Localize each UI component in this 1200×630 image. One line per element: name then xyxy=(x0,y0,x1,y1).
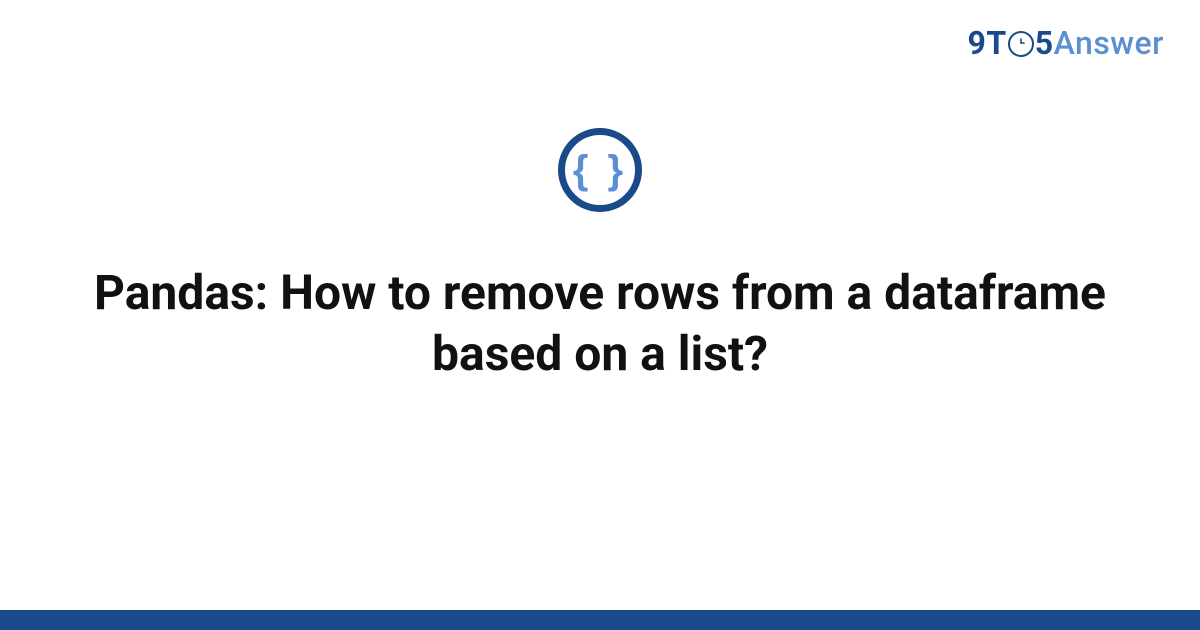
code-braces-icon: { } xyxy=(573,150,627,190)
logo-suffix: Answer xyxy=(1054,24,1164,62)
logo-prefix: 9T xyxy=(968,24,1007,62)
category-icon-circle: { } xyxy=(558,128,642,212)
site-logo: 9T 5 Answer xyxy=(968,24,1164,62)
logo-clock-icon xyxy=(1008,31,1034,57)
question-title: Pandas: How to remove rows from a datafr… xyxy=(0,262,1200,385)
footer-accent-bar xyxy=(0,610,1200,630)
logo-mid: 5 xyxy=(1035,24,1054,62)
logo-clock-glyph xyxy=(1015,37,1027,52)
